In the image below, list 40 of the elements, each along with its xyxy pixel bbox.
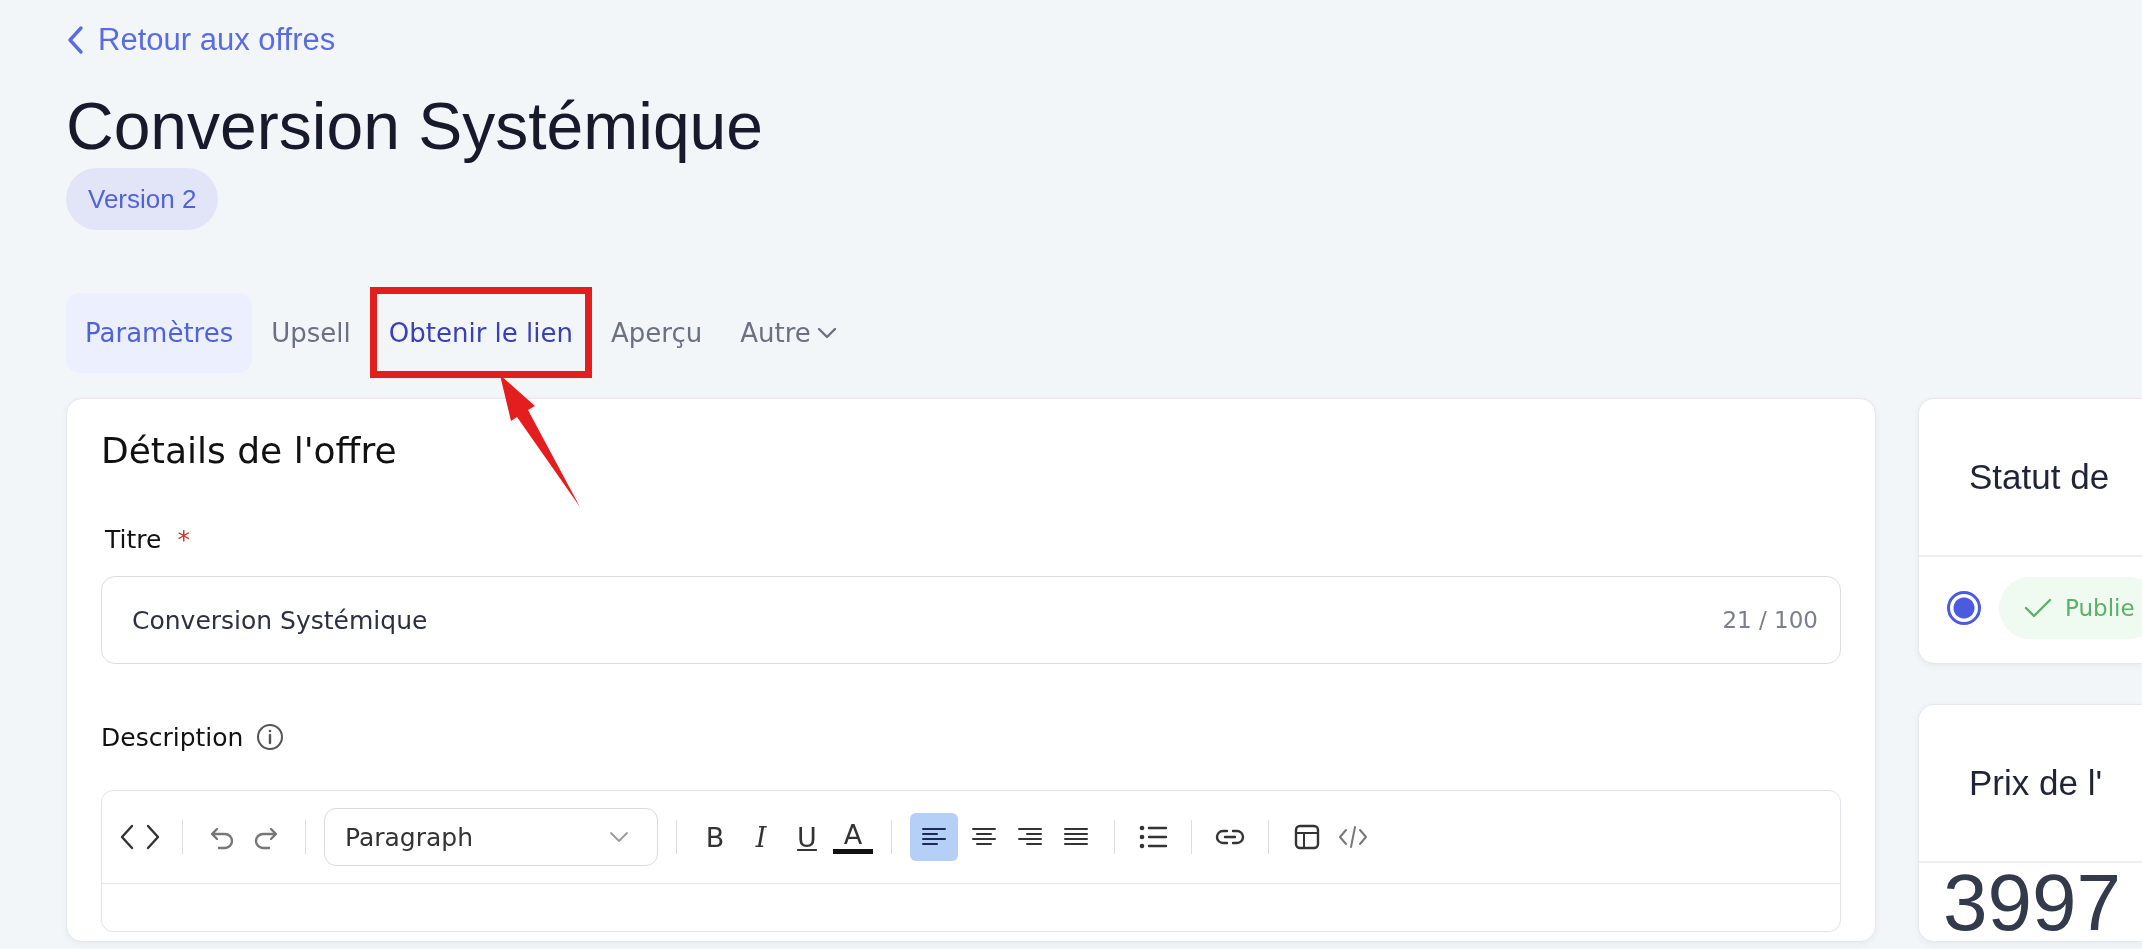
rich-text-editor[interactable]: Paragraph B I U A: [101, 790, 1841, 932]
align-right-icon: [1017, 826, 1043, 848]
table-icon: [1294, 824, 1320, 850]
check-icon: [2023, 596, 2053, 620]
paragraph-select[interactable]: Paragraph: [324, 808, 658, 866]
radio-button[interactable]: [1947, 591, 1981, 625]
tab[interactable]: Upsell: [252, 292, 370, 373]
align-left-icon: [921, 826, 947, 848]
italic-button[interactable]: I: [741, 817, 781, 857]
link-icon: [1215, 828, 1245, 846]
color-button[interactable]: A: [833, 820, 873, 854]
underline-button[interactable]: U: [787, 817, 827, 857]
info-icon: [255, 722, 286, 752]
chevron-down-icon: [816, 326, 837, 339]
field-label: Titre: [105, 525, 162, 554]
tab[interactable]: Aperçu: [592, 292, 722, 373]
align-center-icon: [971, 826, 997, 848]
page-title: Conversion Systémique: [66, 88, 764, 165]
title-field[interactable]: Conversion Systémique 21 / 100: [101, 576, 1841, 664]
card-heading: Détails de l'offre: [101, 429, 398, 473]
bold-button[interactable]: B: [695, 817, 735, 857]
align-left-button[interactable]: [910, 813, 958, 861]
price-amount: 3997: [1943, 863, 2122, 943]
bulleted-list-icon: [1138, 824, 1168, 850]
field-label: Description: [101, 722, 244, 752]
chevron-down-icon: [609, 831, 629, 843]
version-badge: Version 2: [66, 168, 219, 230]
status-label: Publie: [2065, 595, 2135, 621]
code-view-icon: [1338, 824, 1368, 850]
card-heading: Prix de l': [1969, 763, 2103, 803]
required-mark: *: [177, 525, 190, 554]
tab[interactable]: Autre: [721, 292, 856, 373]
justify-icon: [1063, 826, 1089, 848]
card-heading: Statut de: [1969, 457, 2110, 497]
tab[interactable]: Paramètres: [66, 292, 253, 373]
character-counter: 21 / 100: [1722, 607, 1818, 633]
chevron-left-icon: [66, 25, 84, 55]
back-link[interactable]: Retour aux offres: [66, 20, 336, 60]
tab[interactable]: Obtenir le lien: [369, 287, 592, 378]
code-icon: [120, 822, 160, 852]
